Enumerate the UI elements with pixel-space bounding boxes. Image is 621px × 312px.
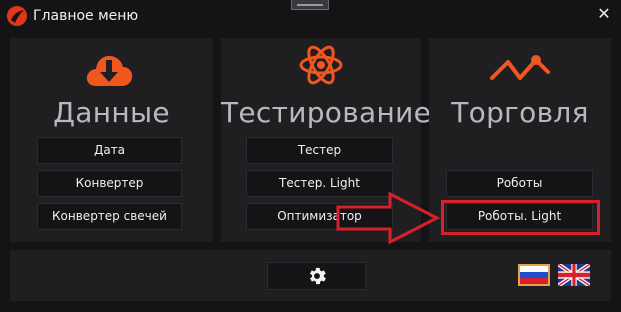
tester-button[interactable]: Тестер [246,137,393,164]
panel-title-data: Данные [53,96,170,129]
candle-converter-button[interactable]: Конвертер свечей [37,203,182,230]
ru-flag-icon[interactable] [518,264,550,286]
date-button[interactable]: Дата [37,137,182,164]
highlight-box [441,200,600,235]
panel-title-trading: Торговля [451,96,589,129]
app-logo-icon [7,6,27,26]
atom-icon [299,45,343,85]
red-arrow [336,191,441,245]
close-icon[interactable]: ✕ [595,5,613,23]
settings-button[interactable] [267,262,366,290]
converter-button[interactable]: Конвертер [37,170,182,197]
robots-button[interactable]: Роботы [446,170,593,197]
cloud-download-icon [86,55,133,86]
trend-line-icon [490,55,550,80]
window-title: Главное меню [33,8,139,24]
gear-icon [309,267,326,285]
title-bar: Главное меню ✕ [0,0,621,32]
panel-title-testing: Тестирование [221,96,432,129]
uk-flag-icon[interactable] [558,264,590,286]
panel-data: Данные Дата Конвертер Конвертер свечей [10,38,213,242]
window-drag-handle[interactable] [291,0,329,10]
